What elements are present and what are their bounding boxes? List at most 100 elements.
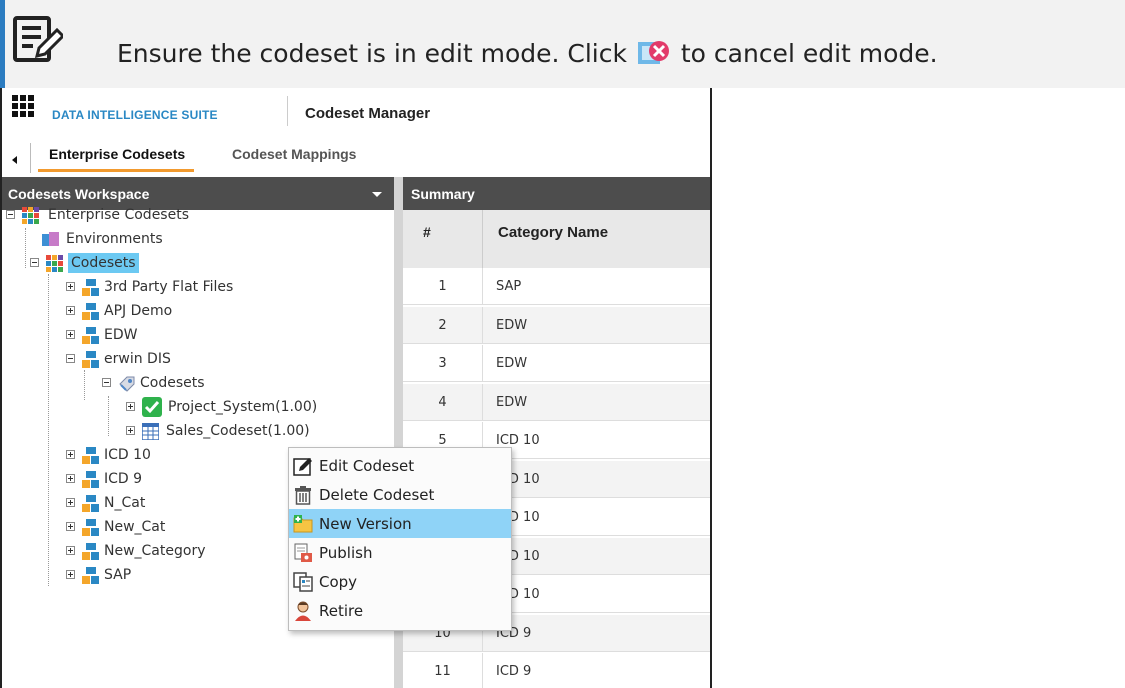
menu-item-label: Delete Codeset bbox=[319, 486, 435, 504]
column-divider bbox=[482, 210, 483, 268]
header-divider bbox=[287, 96, 288, 126]
expand-icon[interactable] bbox=[66, 330, 75, 339]
category-name-cell: EDW bbox=[496, 394, 528, 410]
collapse-icon[interactable] bbox=[102, 378, 111, 387]
collapse-icon[interactable] bbox=[66, 354, 75, 363]
expand-icon[interactable] bbox=[66, 306, 75, 315]
menu-item-publish[interactable]: Publish bbox=[289, 538, 511, 567]
category-icon bbox=[82, 279, 99, 296]
menu-item-new-version[interactable]: New Version bbox=[289, 509, 511, 538]
menu-item-delete-codeset[interactable]: Delete Codeset bbox=[289, 480, 511, 509]
menu-item-label: Publish bbox=[319, 544, 373, 562]
tree-label: New_Category bbox=[104, 543, 206, 559]
table-icon bbox=[142, 423, 159, 440]
tree-label: Environments bbox=[66, 231, 163, 247]
tree-label: erwin DIS bbox=[104, 351, 171, 367]
suite-name[interactable]: DATA INTELLIGENCE SUITE bbox=[52, 108, 218, 122]
tree-label: 3rd Party Flat Files bbox=[104, 279, 234, 295]
copy-icon bbox=[293, 572, 313, 592]
page-title: Codeset Manager bbox=[305, 105, 431, 122]
dropdown-caret-icon[interactable] bbox=[372, 192, 382, 197]
instruction-banner: Ensure the codeset is in edit mode. Clic… bbox=[0, 0, 1125, 88]
trash-icon bbox=[295, 486, 311, 505]
column-divider bbox=[482, 268, 483, 304]
codesets-grid-icon bbox=[46, 255, 63, 272]
tree-label: ICD 10 bbox=[104, 447, 151, 463]
tree-label: ICD 9 bbox=[104, 471, 143, 487]
app-header: DATA INTELLIGENCE SUITE Codeset Manager bbox=[2, 88, 710, 134]
column-header-category-name[interactable]: Category Name bbox=[498, 224, 608, 241]
category-name-cell: ICD 9 bbox=[496, 664, 532, 679]
expand-icon[interactable] bbox=[66, 474, 75, 483]
edit-note-icon bbox=[13, 16, 63, 62]
category-name-cell: SAP bbox=[496, 279, 522, 294]
category-icon bbox=[82, 543, 99, 560]
collapse-arrow-icon[interactable] bbox=[12, 156, 17, 164]
expand-icon[interactable] bbox=[126, 402, 135, 411]
column-divider bbox=[482, 306, 483, 343]
category-icon bbox=[82, 447, 99, 464]
table-row[interactable]: 4 EDW bbox=[403, 383, 710, 421]
instruction-text: Ensure the codeset is in edit mode. Clic… bbox=[117, 36, 938, 68]
tree-connector bbox=[48, 274, 49, 586]
row-number: 5 bbox=[438, 433, 447, 448]
expand-icon[interactable] bbox=[66, 450, 75, 459]
instruction-text-before: Ensure the codeset is in edit mode. Clic… bbox=[117, 39, 627, 68]
row-number: 1 bbox=[438, 279, 447, 294]
tree-label: Sales_Codeset(1.00) bbox=[166, 423, 310, 439]
tab-separator bbox=[30, 143, 31, 173]
tree-label: Enterprise Codesets bbox=[48, 207, 189, 223]
context-menu: Edit Codeset Delete Codeset New Version … bbox=[288, 447, 512, 631]
collapse-icon[interactable] bbox=[6, 210, 15, 219]
menu-item-label: Edit Codeset bbox=[319, 457, 415, 475]
row-number: 3 bbox=[438, 356, 447, 371]
cancel-edit-icon bbox=[637, 41, 669, 64]
column-divider bbox=[482, 345, 483, 381]
column-divider bbox=[482, 653, 483, 688]
expand-icon[interactable] bbox=[66, 546, 75, 555]
tab-codeset-mappings[interactable]: Codeset Mappings bbox=[232, 146, 356, 172]
category-icon bbox=[82, 495, 99, 512]
tree-label-selected: Codesets bbox=[68, 253, 139, 273]
column-divider bbox=[482, 383, 483, 420]
table-row[interactable]: 11 ICD 9 bbox=[403, 653, 710, 688]
app-grid-icon[interactable] bbox=[12, 95, 34, 117]
table-header: # Category Name bbox=[403, 210, 710, 268]
row-number: 11 bbox=[434, 664, 451, 679]
environments-icon bbox=[42, 232, 59, 246]
column-header-number[interactable]: # bbox=[423, 224, 431, 240]
publish-icon bbox=[294, 543, 312, 562]
tree-label: New_Cat bbox=[104, 519, 166, 535]
retire-icon bbox=[295, 601, 311, 621]
summary-header: Summary bbox=[403, 177, 710, 210]
category-icon bbox=[82, 471, 99, 488]
row-number: 2 bbox=[438, 317, 447, 333]
new-version-icon bbox=[293, 515, 313, 533]
category-icon bbox=[82, 519, 99, 536]
tree-label: Codesets bbox=[140, 375, 205, 391]
category-icon bbox=[82, 303, 99, 320]
tab-enterprise-codesets[interactable]: Enterprise Codesets bbox=[38, 146, 195, 172]
category-icon bbox=[82, 351, 99, 368]
menu-item-label: Copy bbox=[319, 573, 358, 591]
instruction-text-after: to cancel edit mode. bbox=[680, 39, 938, 68]
expand-icon[interactable] bbox=[126, 426, 135, 435]
workspace-title: Codesets Workspace bbox=[8, 186, 150, 202]
tree-label: APJ Demo bbox=[104, 303, 173, 319]
expand-icon[interactable] bbox=[66, 522, 75, 531]
collapse-icon[interactable] bbox=[30, 258, 39, 267]
menu-item-edit-codeset[interactable]: Edit Codeset bbox=[289, 451, 511, 480]
expand-icon[interactable] bbox=[66, 282, 75, 291]
table-row[interactable]: 1 SAP bbox=[403, 268, 710, 305]
menu-item-copy[interactable]: Copy bbox=[289, 567, 511, 596]
category-name-cell: EDW bbox=[496, 317, 528, 333]
category-name-cell: EDW bbox=[496, 356, 528, 371]
expand-icon[interactable] bbox=[66, 570, 75, 579]
table-row[interactable]: 3 EDW bbox=[403, 345, 710, 382]
table-row[interactable]: 2 EDW bbox=[403, 306, 710, 344]
menu-item-retire[interactable]: Retire bbox=[289, 596, 511, 625]
expand-icon[interactable] bbox=[66, 498, 75, 507]
menu-item-label: New Version bbox=[319, 515, 412, 533]
category-icon bbox=[82, 567, 99, 584]
checkmark-icon bbox=[142, 397, 162, 417]
